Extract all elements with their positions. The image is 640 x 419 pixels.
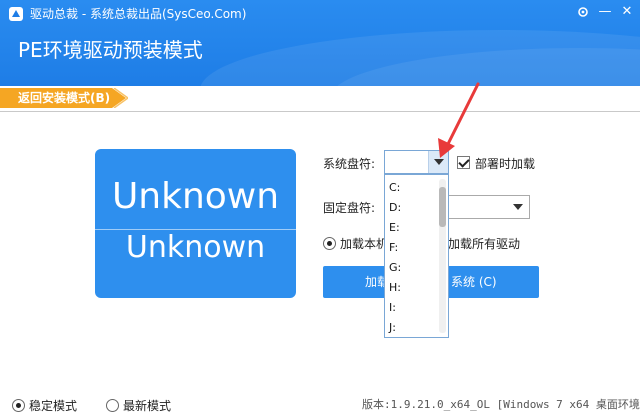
stable-mode-radio[interactable] [12, 399, 25, 412]
fixed-drive-label: 固定盘符: [323, 201, 376, 215]
latest-mode-label: 最新模式 [123, 399, 172, 413]
page-title: PE环境驱动预装模式 [18, 38, 203, 62]
window-title: 驱动总裁 - 系统总裁出品(SysCeo.Com) [30, 7, 247, 21]
gear-icon [578, 7, 588, 17]
dropdown-option[interactable]: D: [389, 201, 401, 215]
return-install-mode-tab[interactable]: 返回安装模式(B) [0, 88, 128, 108]
dropdown-option[interactable]: I: [389, 301, 396, 315]
stable-mode-label: 稳定模式 [29, 399, 78, 413]
dropdown-scrollbar-thumb[interactable] [439, 187, 446, 227]
load-local-label: 加载本机 [340, 237, 389, 251]
load-button-label-right: 系统 (C) [451, 275, 497, 289]
deploy-load-label: 部署时加载 [475, 157, 536, 171]
system-drive-label: 系统盘符: [323, 157, 376, 171]
version-text: 版本:1.9.21.0_x64_OL [Windows 7 x64 桌面环境] [362, 398, 640, 411]
deploy-load-checkbox[interactable] [457, 156, 470, 169]
system-drive-select[interactable] [384, 150, 449, 174]
minimize-button[interactable]: — [594, 2, 616, 22]
fixed-drive-select[interactable] [440, 195, 530, 219]
latest-mode-radio[interactable] [106, 399, 119, 412]
app-logo-icon [9, 7, 23, 21]
dropdown-option[interactable]: E: [389, 221, 400, 235]
return-tab-label: 返回安装模式(B) [18, 91, 111, 105]
dropdown-option[interactable]: J: [389, 321, 396, 335]
load-local-radio[interactable] [323, 237, 336, 250]
dropdown-option[interactable]: H: [389, 281, 401, 295]
dropdown-option[interactable]: C: [389, 181, 400, 195]
load-all-drivers-label[interactable]: 加载所有驱动 [448, 236, 520, 252]
dropdown-option[interactable]: G: [389, 261, 401, 275]
divider [0, 111, 640, 112]
close-button[interactable]: ✕ [616, 2, 638, 22]
title-bar: 驱动总裁 - 系统总裁出品(SysCeo.Com) — ✕ PE环境驱动预装模式 [0, 0, 640, 86]
settings-button[interactable] [572, 2, 594, 22]
drive-info-card: Unknown Unknown [95, 149, 296, 298]
drive-os-text: Unknown [125, 230, 266, 265]
drive-model-text: Unknown [111, 176, 280, 217]
chevron-down-icon[interactable] [428, 151, 448, 173]
drive-letter-dropdown[interactable]: C: D: E: F: G: H: I: J: [384, 174, 449, 338]
dropdown-option[interactable]: F: [389, 241, 398, 255]
